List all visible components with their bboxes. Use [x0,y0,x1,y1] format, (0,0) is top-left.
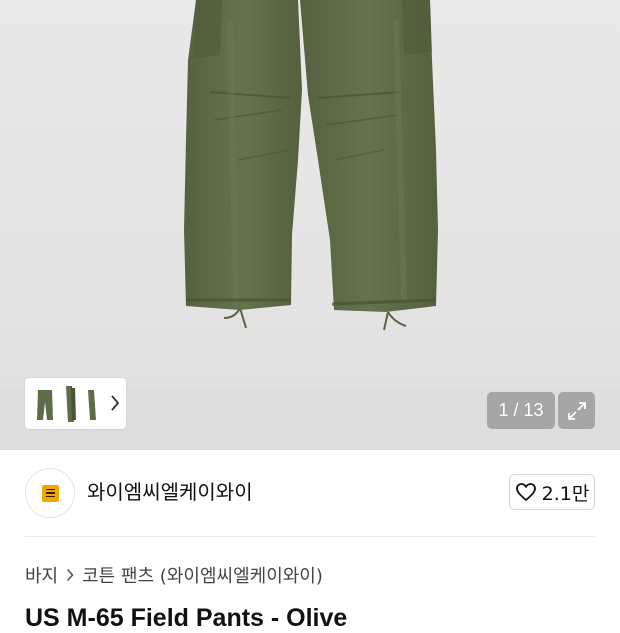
expand-icon [567,401,586,420]
heart-icon [515,483,536,502]
expand-button[interactable] [558,392,595,429]
image-counter: 1 / 13 [487,392,555,429]
product-image-gallery[interactable]: 1 / 13 [0,0,620,450]
breadcrumb: 바지 코튼 팬츠 (와이엠씨엘케이와이) [25,562,323,588]
thumbnail-images[interactable] [32,384,102,424]
product-title: US M-65 Field Pants - Olive [25,604,348,632]
like-button[interactable]: 2.1만 [509,474,595,510]
thumbnail-strip[interactable] [25,378,126,429]
like-count: 2.1만 [541,482,590,505]
brand-row[interactable]: 와이엠씨엘케이와이 2.1만 [25,467,595,519]
brand-logo-mark [41,484,59,502]
brand-name[interactable]: 와이엠씨엘케이와이 [87,480,253,504]
brand-logo[interactable] [25,468,75,518]
divider [25,536,595,537]
breadcrumb-item-subcategory[interactable]: 코튼 팬츠 (와이엠씨엘케이와이) [82,562,323,588]
chevron-right-icon [66,568,74,582]
chevron-right-icon[interactable] [110,394,120,412]
breadcrumb-item-category[interactable]: 바지 [25,562,58,588]
